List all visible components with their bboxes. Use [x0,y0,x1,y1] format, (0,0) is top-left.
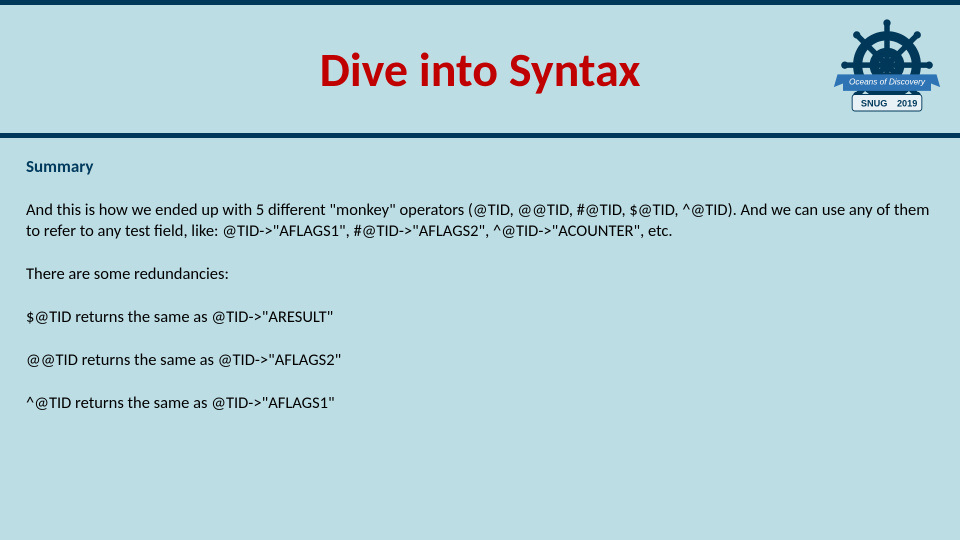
logo-banner-text: Oceans of Discovery [849,77,926,86]
body-paragraph-2: There are some redundancies: [26,264,934,285]
logo-year-text: 2019 [897,98,917,108]
body-paragraph-1: And this is how we ended up with 5 diffe… [26,200,934,242]
section-heading: Summary [26,156,934,178]
conference-logo-icon: Oceans of Discovery SNUG 2019 [832,15,942,130]
body-paragraph-4: @@TID returns the same as @TID->"AFLAGS2… [26,350,934,371]
body-paragraph-3: $@TID returns the same as @TID->"ARESULT… [26,307,934,328]
slide-header: Dive into Syntax Oceans of Discovery [0,0,960,138]
logo-org-text: SNUG [861,98,887,108]
body-paragraph-5: ^@TID returns the same as @TID->"AFLAGS1… [26,393,934,414]
slide-body: Summary And this is how we ended up with… [0,138,960,414]
slide-title: Dive into Syntax [320,40,641,99]
